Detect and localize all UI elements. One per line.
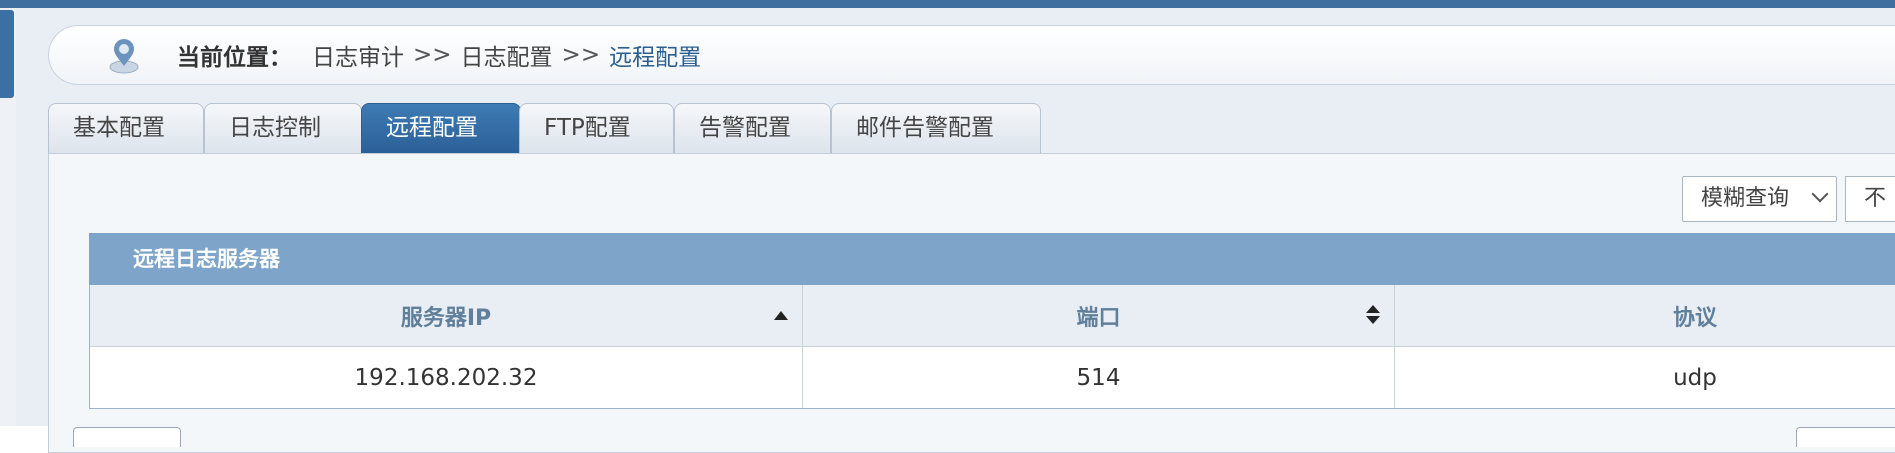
action-button-partial[interactable]: [73, 427, 181, 447]
left-rail-accent: [0, 10, 14, 98]
cell-port: 514: [803, 347, 1395, 408]
breadcrumb-current: 远程配置: [609, 45, 702, 71]
column-header-port[interactable]: 端口: [803, 285, 1395, 346]
query-condition-value: 不: [1864, 186, 1887, 211]
tab-mail-alarm-config[interactable]: 邮件告警配置: [831, 103, 1041, 153]
tab-log-control[interactable]: 日志控制: [204, 103, 362, 153]
chevron-down-icon: [1811, 185, 1829, 203]
query-mode-select[interactable]: 模糊查询: [1682, 176, 1837, 222]
column-header-label: 协议: [1672, 305, 1717, 331]
table-header-row: 服务器IP 端口 协议: [90, 285, 1895, 347]
table-row[interactable]: 192.168.202.32 514 udp: [90, 347, 1895, 408]
breadcrumb-separator: >>: [561, 42, 601, 68]
table-title: 远程日志服务器: [89, 233, 1895, 285]
breadcrumb-colon: ：: [269, 45, 292, 71]
cell-protocol: udp: [1673, 364, 1717, 391]
breadcrumb-item-log-config[interactable]: 日志配置: [461, 38, 553, 72]
breadcrumb-label: 当前位置: [177, 45, 269, 71]
breadcrumb-item-log-audit[interactable]: 日志审计: [312, 38, 404, 72]
tab-alarm-config[interactable]: 告警配置: [674, 103, 831, 153]
query-condition-select[interactable]: 不: [1845, 176, 1895, 222]
window-top-strip: [0, 0, 1895, 8]
tab-basic-config[interactable]: 基本配置: [48, 103, 204, 153]
user-location-icon: [109, 39, 139, 74]
sort-ascending-icon: [774, 311, 788, 320]
column-header-label: 端口: [1076, 305, 1121, 331]
tab-ftp-config[interactable]: FTP配置: [519, 103, 674, 153]
pagination-control-partial[interactable]: [1796, 427, 1895, 447]
column-header-label: 服务器IP: [400, 305, 492, 331]
remote-server-table: 服务器IP 端口 协议 192.168.202.32 514 udp: [89, 285, 1895, 409]
breadcrumb-separator: >>: [413, 42, 452, 68]
breadcrumb-trail: 当前位置 ： 日志审计 >> 日志配置 >> 远程配置: [177, 42, 701, 71]
column-header-protocol[interactable]: 协议: [1395, 285, 1895, 346]
sort-toggle-icon: [1366, 305, 1380, 327]
query-mode-value: 模糊查询: [1701, 186, 1790, 211]
column-header-server-ip[interactable]: 服务器IP: [90, 285, 803, 346]
breadcrumb: 当前位置 ： 日志审计 >> 日志配置 >> 远程配置: [48, 25, 1895, 85]
cell-server-ip: 192.168.202.32: [90, 347, 803, 408]
tab-remote-config[interactable]: 远程配置: [361, 103, 521, 153]
content-area: 当前位置 ： 日志审计 >> 日志配置 >> 远程配置 基本配置 日志控制 远程…: [16, 8, 1895, 453]
